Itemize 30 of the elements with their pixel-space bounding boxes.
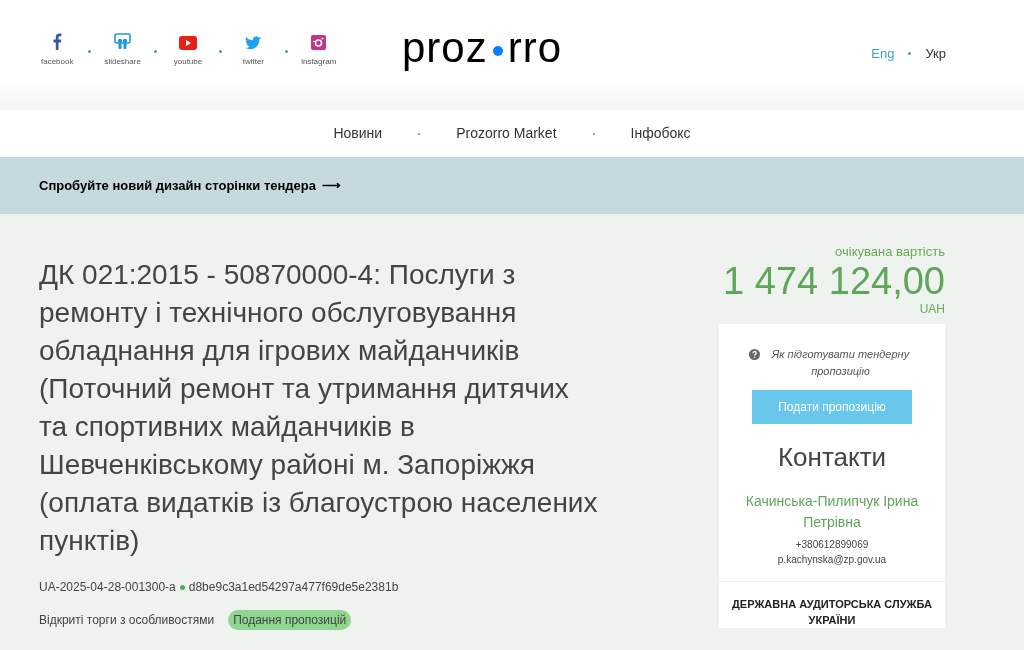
- help-link[interactable]: Як підготувати тендерну пропозицію: [719, 345, 945, 380]
- price-currency: UAH: [919, 300, 945, 318]
- social-link[interactable]: facebook: [38, 32, 77, 68]
- social-link[interactable]: instagram: [299, 32, 338, 68]
- language-link[interactable]: Укр: [925, 44, 946, 64]
- contact-phone: +380612899069: [795, 537, 869, 552]
- social-link[interactable]: slideshare: [103, 32, 142, 68]
- nav-link[interactable]: Prozorro Market: [456, 123, 557, 144]
- nav-link[interactable]: Новини: [333, 123, 383, 144]
- status-badge: Подання пропозицій: [228, 610, 352, 630]
- price-amount: 1 474 124,00: [723, 261, 945, 300]
- instagram-icon: [311, 35, 327, 50]
- contacts-heading: Контакти: [777, 440, 887, 474]
- social-link[interactable]: twitter: [234, 32, 273, 68]
- contact-email[interactable]: p.kachynska@zp.gov.ua: [777, 551, 887, 567]
- social-link[interactable]: youtube: [168, 32, 208, 68]
- price-label: очікувана вартість: [835, 243, 945, 261]
- nav-link[interactable]: Інфобокс: [630, 123, 691, 144]
- tender-title: ДК 021:2015 - 50870000-4: Послуги з ремонту і технічного обслуговування обладнання для ігрових майданчиків (Поточний ремонт та утримання дитячих та спортивних майданчиків в Шевченківському районі м. Запоріжжя (оплата видатків із благоустрою населених пунктів): [39, 258, 599, 558]
- facebook-icon: [52, 33, 63, 50]
- tender-hash: d8be9c3a1ed54297a477f69de5e2381b: [188, 579, 399, 596]
- organization-name: ДЕРЖАВНА АУДИТОРСЬКА СЛУЖБА УКРАЇНИ: [731, 596, 933, 628]
- banner-link[interactable]: Спробуйте новий дизайн сторінки тендера ⟶: [39, 175, 341, 196]
- youtube-icon: [179, 36, 197, 50]
- procedure-type: Відкриті торги з особливостями: [39, 612, 215, 629]
- twitter-icon: [245, 36, 262, 50]
- question-icon: [749, 348, 760, 360]
- contact-name: Качинська-Пилипчук Ірина Петрівна: [744, 491, 920, 532]
- tender-id: UA-2025-04-28-001300-a: [39, 579, 176, 596]
- slideshare-icon: [114, 33, 132, 50]
